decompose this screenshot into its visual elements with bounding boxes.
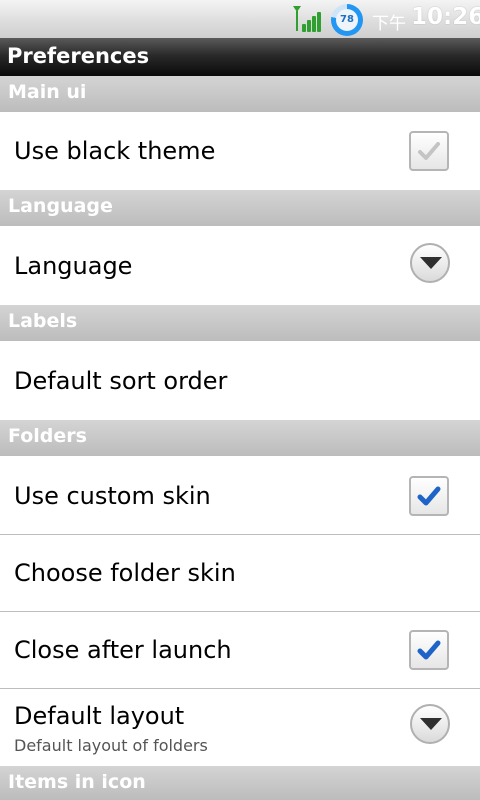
pref-close-after-launch[interactable]: Close after launch: [0, 612, 480, 688]
signal-icon: [293, 6, 325, 34]
default-layout-dropdown[interactable]: [410, 704, 450, 744]
checkbox-icon: [417, 486, 441, 506]
battery-level: 78: [336, 9, 358, 31]
section-header-main-ui: Main ui: [0, 76, 480, 112]
checkbox-icon: [417, 640, 441, 660]
page-title: Preferences: [7, 44, 150, 68]
section-header-language: Language: [0, 190, 480, 226]
language-dropdown[interactable]: [410, 243, 450, 283]
pref-use-custom-skin[interactable]: Use custom skin: [0, 456, 480, 534]
pref-use-black-theme[interactable]: Use black theme: [0, 112, 480, 190]
battery-icon: 78: [331, 4, 363, 36]
status-ampm: 下午: [372, 14, 406, 34]
pref-default-layout[interactable]: Default layout Default layout of folders: [0, 689, 480, 766]
checkbox-icon: [418, 142, 440, 160]
pref-choose-folder-skin[interactable]: Choose folder skin: [0, 535, 480, 611]
pref-language[interactable]: Language: [0, 226, 480, 305]
section-header-label: Main ui: [8, 81, 87, 103]
status-clock: 10:26: [411, 4, 480, 30]
pref-label: Close after launch: [14, 636, 232, 664]
checkbox-use-custom-skin[interactable]: [409, 476, 449, 516]
section-header-label: Folders: [8, 425, 87, 447]
pref-label: Default layout: [14, 702, 185, 730]
pref-label: Use custom skin: [14, 482, 211, 510]
pref-label: Language: [14, 252, 133, 280]
section-header-items-in-icon: Items in icon: [0, 766, 480, 800]
section-header-label: Items in icon: [8, 771, 146, 793]
title-bar: Preferences: [0, 38, 480, 76]
pref-label: Default sort order: [14, 367, 228, 395]
pref-label: Choose folder skin: [14, 559, 236, 587]
pref-default-sort-order[interactable]: Default sort order: [0, 341, 480, 420]
pref-summary: Default layout of folders: [14, 736, 208, 755]
section-header-labels: Labels: [0, 305, 480, 341]
pref-label: Use black theme: [14, 137, 216, 165]
section-header-label: Language: [8, 195, 113, 217]
checkbox-close-after-launch[interactable]: [409, 630, 449, 670]
checkbox-use-black-theme[interactable]: [409, 131, 449, 171]
chevron-down-icon: [420, 257, 442, 269]
status-bar: 78 下午 10:26: [0, 0, 480, 38]
section-header-label: Labels: [8, 310, 78, 332]
section-header-folders: Folders: [0, 420, 480, 456]
chevron-down-icon: [420, 718, 442, 730]
